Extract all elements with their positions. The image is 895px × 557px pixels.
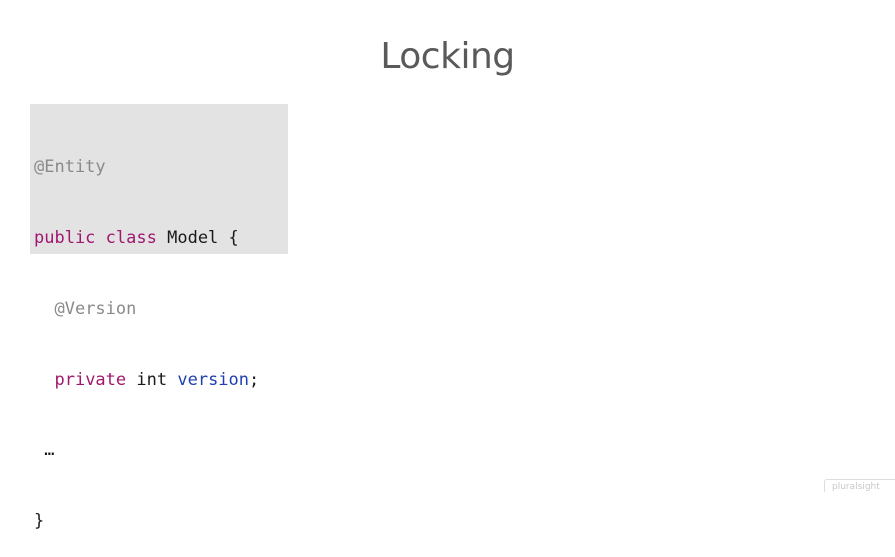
annotation-version: @Version [54,298,137,319]
keyword-public: public [34,227,96,248]
close-brace: } [34,511,45,532]
annotation-entity: @Entity [34,157,106,178]
code-line-6: } [34,510,288,534]
class-name: Model [167,227,219,248]
field-version: version [177,369,250,390]
code-line-1: @Entity [34,156,288,180]
keyword-class: class [105,227,157,248]
watermark-logo-text: pluralsight [832,482,880,492]
pluralsight-watermark: pluralsight [824,479,895,492]
code-ellipsis: … [44,440,55,461]
type-int: int [136,369,168,390]
code-line-2: public class Model { [34,227,288,251]
keyword-private: private [54,369,127,390]
open-brace: { [228,227,239,248]
code-line-4: private int version; [34,369,288,393]
code-block: @Entity public class Model { @Version pr… [30,104,288,531]
code-line-3: @Version [34,298,288,322]
semicolon: ; [249,369,260,390]
slide-title: Locking [380,36,515,77]
code-line-5: … [34,439,288,463]
